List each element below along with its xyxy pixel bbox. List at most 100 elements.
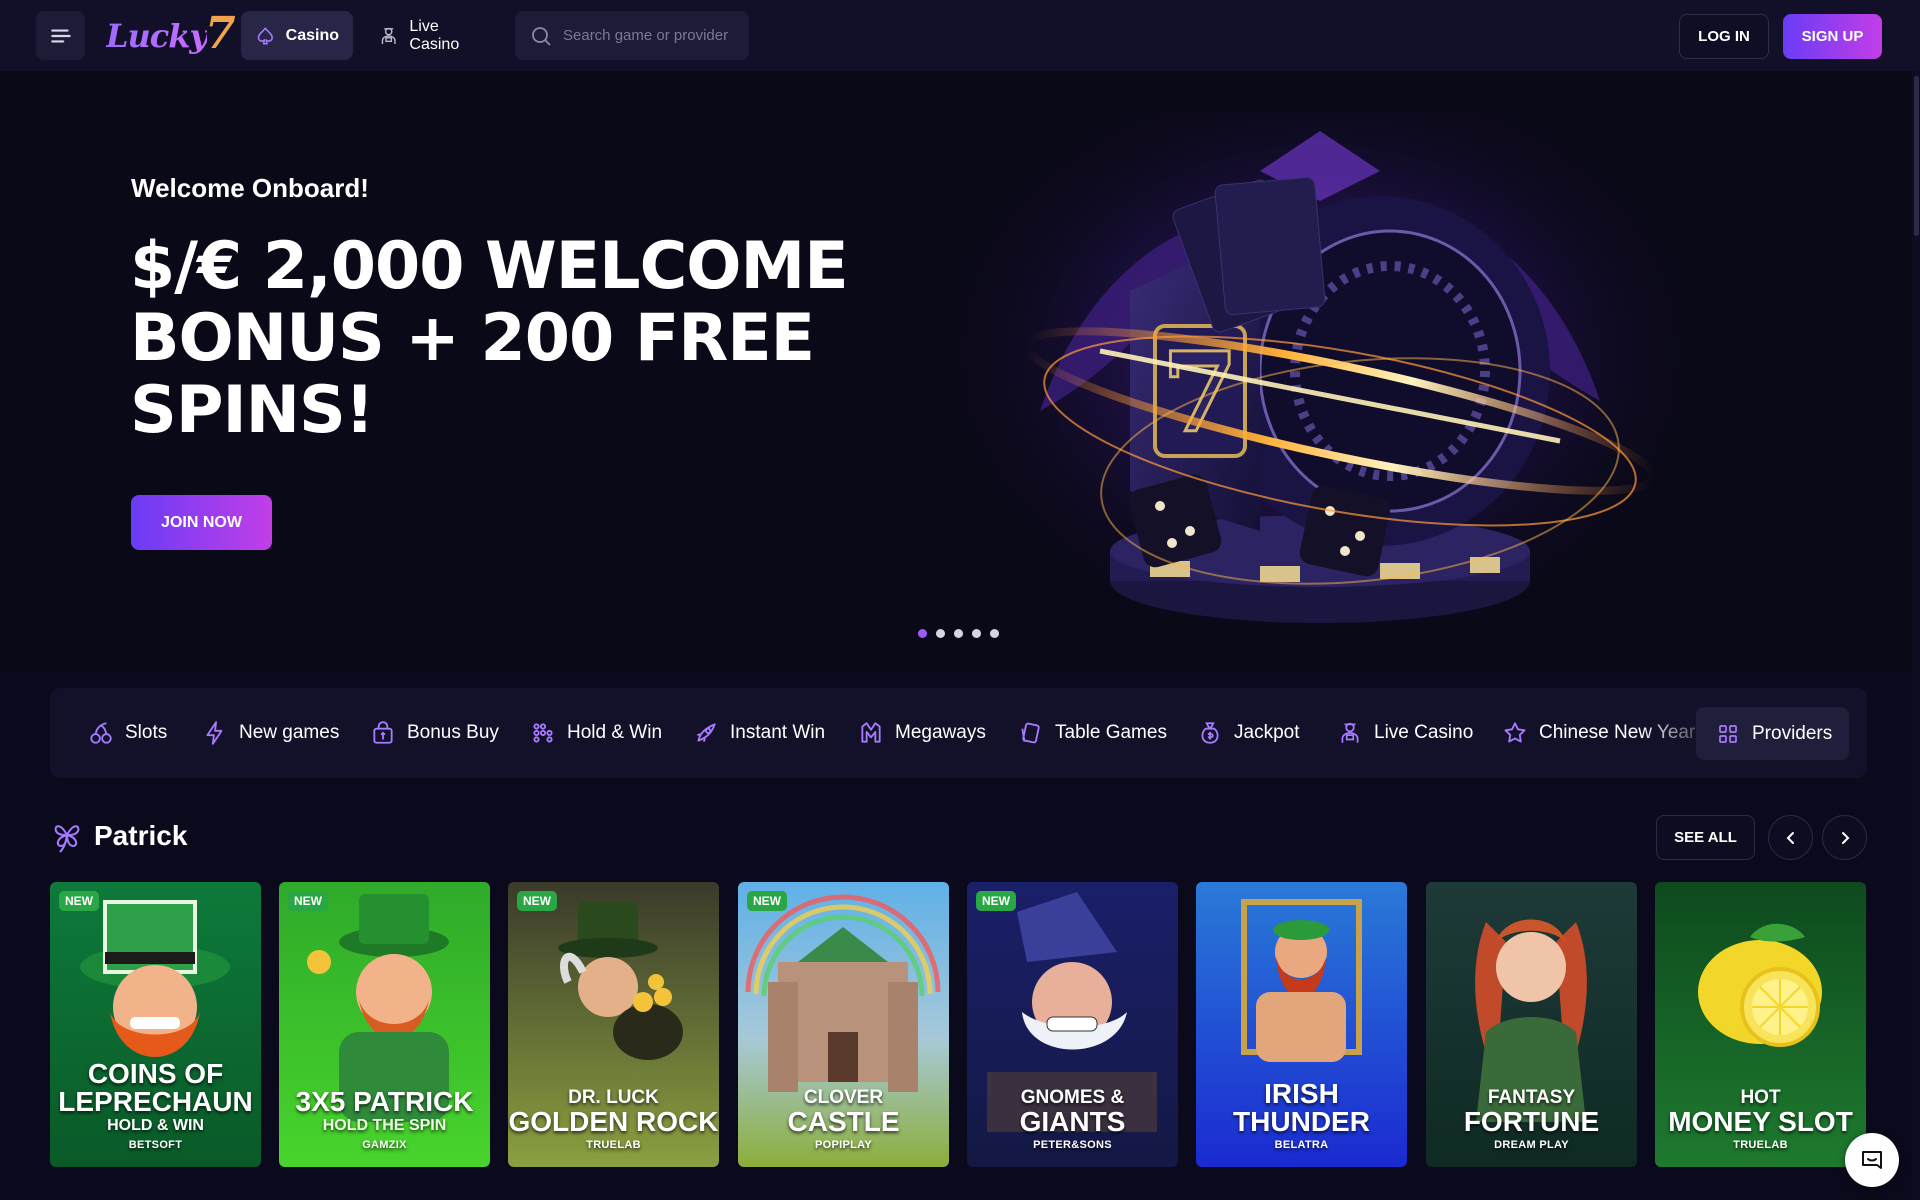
game-title-line2: GIANTS <box>1019 1106 1126 1137</box>
game-title-line1: GNOMES & <box>1020 1087 1125 1108</box>
game-provider: POPIPLAY <box>814 1139 872 1151</box>
signup-button[interactable]: SIGN UP <box>1783 14 1882 59</box>
new-badge: NEW <box>747 891 787 911</box>
category-bar: Slots New games Bonus Buy Hold & Win Ins… <box>50 688 1867 778</box>
category-slots[interactable]: Slots <box>88 688 167 778</box>
category-megaways[interactable]: Megaways <box>858 688 986 778</box>
carousel-dot[interactable] <box>918 629 927 638</box>
logo-text: Lucky <box>106 17 208 55</box>
chevron-left-icon <box>1786 831 1794 844</box>
game-title: IRISH THUNDER BELATRA <box>1196 1078 1407 1152</box>
game-card[interactable]: HOT MONEY SLOT TRUELAB <box>1655 882 1866 1167</box>
game-provider: DREAM PLAY <box>1494 1139 1569 1151</box>
carousel-dot[interactable] <box>972 629 981 638</box>
money-bag-icon <box>1201 722 1219 744</box>
game-card[interactable]: NEW CLOVER CASTLE POPIPLAY <box>738 882 949 1167</box>
game-provider: TRUELAB <box>1733 1139 1788 1151</box>
dealer-icon <box>1341 722 1359 743</box>
dots-grid-icon <box>533 723 553 743</box>
game-title: CLOVER CASTLE POPIPLAY <box>738 1087 949 1151</box>
chat-button[interactable] <box>1845 1133 1899 1187</box>
game-card[interactable]: IRISH THUNDER BELATRA <box>1196 882 1407 1167</box>
gift-bag-icon <box>373 721 393 744</box>
category-instant-win[interactable]: Instant Win <box>693 688 825 778</box>
game-title: HOT MONEY SLOT TRUELAB <box>1655 1087 1866 1151</box>
carousel-dot[interactable] <box>936 629 945 638</box>
chevron-right-icon <box>1841 831 1849 844</box>
cherry-icon <box>90 722 112 744</box>
tab-casino-label: Casino <box>285 26 339 44</box>
game-title-line1: CLOVER <box>803 1087 884 1108</box>
category-live-casino[interactable]: Live Casino <box>1337 688 1473 778</box>
new-badge: NEW <box>976 891 1016 911</box>
page-scrollbar[interactable] <box>1912 71 1920 1200</box>
hamburger-icon <box>50 29 71 42</box>
category-label: Megaways <box>895 722 986 743</box>
category-label: Hold & Win <box>567 722 663 743</box>
new-badge: NEW <box>59 891 99 911</box>
tab-live-casino[interactable]: Live Casino <box>364 11 498 60</box>
scrollbar-thumb[interactable] <box>1914 76 1919 236</box>
game-title: DR. LUCK GOLDEN ROCK TRUELAB <box>508 1087 719 1151</box>
game-title-line1: IRISH <box>1264 1078 1339 1109</box>
hero-welcome-text: Welcome Onboard! <box>131 173 369 203</box>
megaways-icon <box>861 722 881 743</box>
game-card[interactable]: NEW COINS OF LEPRECHAUN HOLD & WIN BETSO… <box>50 882 261 1167</box>
next-button[interactable] <box>1822 815 1867 860</box>
top-header: Lucky 7 Casino Live Casino LOG IN SIGN U… <box>0 0 1920 71</box>
providers-label: Providers <box>1752 722 1833 744</box>
category-label: Live Casino <box>1374 722 1474 743</box>
game-provider: PETER&SONS <box>1033 1139 1112 1151</box>
category-table-games[interactable]: Table Games <box>1018 688 1167 778</box>
search-icon <box>532 26 551 46</box>
dealer-icon <box>381 27 396 44</box>
category-label: Jackpot <box>1234 722 1300 743</box>
grid-icon <box>1719 724 1737 743</box>
search-input[interactable] <box>563 27 743 44</box>
game-provider: BETSOFT <box>128 1139 183 1151</box>
search-box[interactable] <box>515 11 749 60</box>
cards-icon <box>1021 722 1040 744</box>
prev-button[interactable] <box>1768 815 1813 860</box>
login-button[interactable]: LOG IN <box>1679 14 1769 59</box>
game-title: 3X5 PATRICK HOLD THE SPIN GAMZIX <box>279 1088 490 1152</box>
carousel-dot[interactable] <box>990 629 999 638</box>
tab-casino[interactable]: Casino <box>241 11 353 60</box>
carousel-dots <box>918 629 999 638</box>
game-title: COINS OF LEPRECHAUN HOLD & WIN BETSOFT <box>50 1058 261 1152</box>
hero-banner: 7 Welcome Onboard! $/€ 2,000 WELCOME BON… <box>0 71 1912 671</box>
game-title-line1: DR. LUCK <box>568 1087 659 1108</box>
category-label: Slots <box>125 722 168 743</box>
category-bonus-buy[interactable]: Bonus Buy <box>370 688 499 778</box>
menu-button[interactable] <box>36 11 85 60</box>
game-provider: BELATRA <box>1274 1139 1329 1151</box>
new-badge: NEW <box>517 891 557 911</box>
game-card[interactable]: NEW 3X5 PATRICK HOLD THE SPIN GAMZIX <box>279 882 490 1167</box>
game-title-line1: COINS OF <box>87 1058 224 1089</box>
game-title-line2: MONEY SLOT <box>1668 1106 1853 1137</box>
category-label: Table Games <box>1055 722 1167 743</box>
site-logo[interactable]: Lucky 7 <box>106 8 236 60</box>
game-provider: TRUELAB <box>586 1139 641 1151</box>
game-title-line2: CASTLE <box>787 1106 900 1137</box>
game-title-line2: GOLDEN ROCK <box>508 1106 719 1137</box>
carousel-dot[interactable] <box>954 629 963 638</box>
providers-button[interactable]: Providers <box>1696 707 1849 760</box>
game-card[interactable]: NEW GNOMES & GIANTS PETER&SONS <box>967 882 1178 1167</box>
game-card[interactable]: NEW DR. LUCK GOLDEN ROCK TRUELAB <box>508 882 719 1167</box>
join-now-button[interactable]: JOIN NOW <box>131 495 272 550</box>
category-jackpot[interactable]: Jackpot <box>1197 688 1299 778</box>
game-title: FANTASY FORTUNE DREAM PLAY <box>1426 1087 1637 1151</box>
see-all-button[interactable]: SEE ALL <box>1656 815 1755 860</box>
category-new-games[interactable]: New games <box>202 688 339 778</box>
category-label: Instant Win <box>730 722 826 743</box>
spade-icon <box>257 26 273 45</box>
game-card[interactable]: FANTASY FORTUNE DREAM PLAY <box>1426 882 1637 1167</box>
clover-icon <box>54 825 80 853</box>
game-title-line1: FANTASY <box>1487 1087 1576 1108</box>
category-hold-win[interactable]: Hold & Win <box>530 688 662 778</box>
game-title-line2: THUNDER <box>1233 1106 1370 1137</box>
game-title-line2: FORTUNE <box>1463 1106 1600 1137</box>
category-label: Bonus Buy <box>407 722 499 743</box>
game-carousel: NEW COINS OF LEPRECHAUN HOLD & WIN BETSO… <box>50 882 1870 1167</box>
